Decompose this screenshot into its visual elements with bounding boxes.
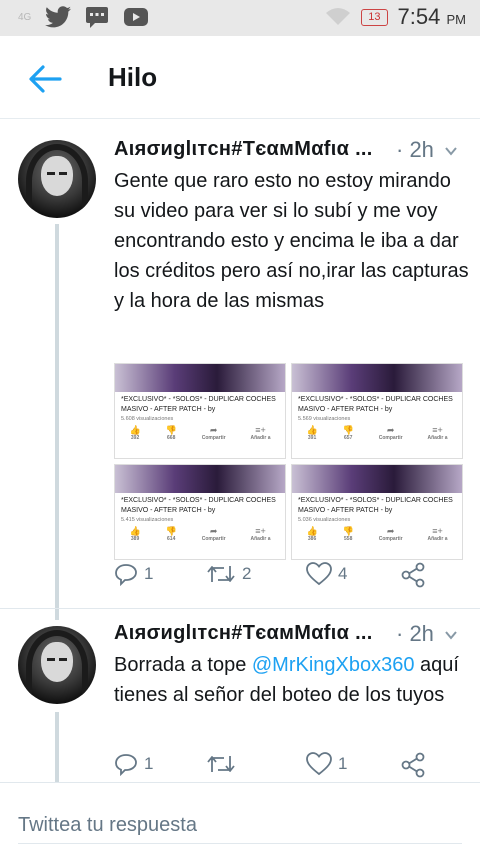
media-views: 5.415 visualizaciones xyxy=(121,517,174,523)
media-views: 5.608 visualizaciones xyxy=(121,416,174,422)
media-image[interactable]: *EXCLUSIVO* - *SOLOS* - DUPLICAR COCHES … xyxy=(291,464,463,560)
media-dislikes: 668 xyxy=(167,435,176,441)
clock-time: 7:54 xyxy=(397,4,441,29)
avatar[interactable] xyxy=(18,140,96,218)
status-bar: 4G 13 7:54 PM xyxy=(0,0,480,36)
reply-count: 1 xyxy=(144,754,154,773)
tweet-text-part: Borrada a tope xyxy=(114,654,252,676)
like-count: 1 xyxy=(338,754,348,773)
share-button[interactable] xyxy=(400,752,426,778)
media-likes: 389 xyxy=(130,536,140,542)
tweet-actions: 1 2 4 xyxy=(114,562,454,592)
share-icon xyxy=(401,752,425,778)
status-left: 4G xyxy=(18,6,149,28)
tweet-text: Gente que raro esto no estoy mirando su … xyxy=(114,170,469,312)
like-count: 4 xyxy=(338,564,348,583)
media-dislikes: 657 xyxy=(344,435,353,441)
tweet[interactable]: Aιяσиglιтcн#TєαмMαfια ... · 2h Borrada a… xyxy=(0,621,480,782)
divider xyxy=(0,608,480,609)
reply-bar xyxy=(0,782,480,855)
mention-link[interactable]: @MrKingXbox360 xyxy=(252,654,415,676)
tweet-time: · 2h xyxy=(396,621,434,646)
media-add: Añadir a xyxy=(250,435,271,441)
status-right: 13 7:54 PM xyxy=(325,4,466,30)
clock-ampm: PM xyxy=(446,12,467,27)
reply-button[interactable]: 1 xyxy=(114,752,153,776)
media-video-title: *EXCLUSIVO* - *SOLOS* - DUPLICAR COCHES … xyxy=(121,497,276,514)
media-likes: 386 xyxy=(307,536,317,542)
media-share: Compartir xyxy=(378,536,403,542)
media-video-title: *EXCLUSIVO* - *SOLOS* - DUPLICAR COCHES … xyxy=(121,396,276,413)
like-button[interactable]: 1 xyxy=(306,752,347,776)
chevron-down-icon[interactable] xyxy=(444,628,458,642)
media-video-title: *EXCLUSIVO* - *SOLOS* - DUPLICAR COCHES … xyxy=(298,396,453,413)
page-title: Hilo xyxy=(108,62,158,92)
user-name[interactable]: Aιяσиglιтcн#TєαмMαfια ... xyxy=(114,622,373,645)
media-dislikes: 558 xyxy=(344,536,353,542)
reply-input[interactable] xyxy=(18,807,462,844)
avatar[interactable] xyxy=(18,626,96,704)
battery-badge: 13 xyxy=(361,8,388,26)
reply-icon xyxy=(115,754,137,776)
tweet-media[interactable]: *EXCLUSIVO* - *SOLOS* - DUPLICAR COCHES … xyxy=(114,363,464,563)
media-views: 5.036 visualizaciones xyxy=(298,517,351,523)
twitter-icon xyxy=(45,6,72,28)
wifi-icon xyxy=(326,8,351,25)
tweet-header: Aιяσиglιтcн#TєαмMαfια ... · 2h xyxy=(114,137,464,166)
media-image[interactable]: *EXCLUSIVO* - *SOLOS* - DUPLICAR COCHES … xyxy=(114,363,286,459)
tweet-text: Borrada a tope @MrKingXbox360 aquí tiene… xyxy=(114,650,470,710)
share-icon xyxy=(401,562,425,588)
network-indicator: 4G xyxy=(18,11,32,23)
tweet-time: · 2h xyxy=(396,137,434,162)
media-share: Compartir xyxy=(201,536,226,542)
like-button[interactable]: 4 xyxy=(306,562,347,586)
retweet-icon xyxy=(207,756,235,772)
chevron-down-icon[interactable] xyxy=(444,144,458,158)
share-button[interactable] xyxy=(400,562,426,588)
media-likes: 392 xyxy=(130,435,140,441)
media-video-title: *EXCLUSIVO* - *SOLOS* - DUPLICAR COCHES … xyxy=(298,497,453,514)
retweet-button[interactable] xyxy=(206,752,242,776)
media-share: Compartir xyxy=(378,435,403,441)
reply-count: 1 xyxy=(144,564,154,583)
media-likes: 391 xyxy=(307,435,317,441)
youtube-icon xyxy=(124,8,149,26)
reply-icon xyxy=(115,564,137,586)
media-share: Compartir xyxy=(201,435,226,441)
retweet-count: 2 xyxy=(242,564,252,583)
media-views: 5.569 visualizaciones xyxy=(298,416,351,422)
media-dislikes: 614 xyxy=(167,536,176,542)
media-add: Añadir a xyxy=(250,536,271,542)
reply-button[interactable]: 1 xyxy=(114,562,153,586)
retweet-button[interactable]: 2 xyxy=(206,562,251,586)
retweet-icon xyxy=(207,566,235,582)
message-icon xyxy=(86,7,109,28)
media-add: Añadir a xyxy=(427,536,448,542)
arrow-left-icon[interactable] xyxy=(28,64,62,94)
media-image[interactable]: *EXCLUSIVO* - *SOLOS* - DUPLICAR COCHES … xyxy=(291,363,463,459)
tweet-actions: 1 1 xyxy=(114,752,454,782)
media-add: Añadir a xyxy=(427,435,448,441)
media-image[interactable]: *EXCLUSIVO* - *SOLOS* - DUPLICAR COCHES … xyxy=(114,464,286,560)
status-clock: 7:54 PM xyxy=(398,4,466,30)
heart-icon xyxy=(306,752,332,776)
heart-icon xyxy=(306,562,332,586)
app-bar: Hilo xyxy=(0,36,480,119)
tweet[interactable]: Aιяσиglιтcн#TєαмMαfια ... · 2h Gente que… xyxy=(0,137,480,618)
user-name[interactable]: Aιяσиglιтcн#TєαмMαfια ... xyxy=(114,138,373,161)
tweet-header: Aιяσиglιтcн#TєαмMαfια ... · 2h xyxy=(114,621,464,650)
